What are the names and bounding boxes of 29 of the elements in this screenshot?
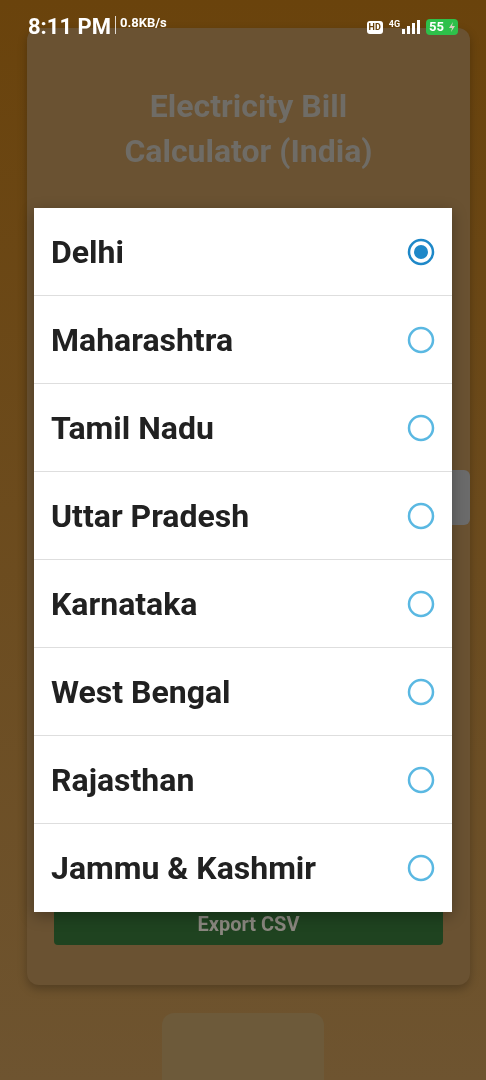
status-time: 8:11 PM	[28, 16, 111, 38]
state-name: Karnataka	[51, 583, 198, 625]
radio-button[interactable]	[407, 501, 435, 530]
hd-badge: HD	[366, 20, 383, 34]
state-option[interactable]: Rajasthan	[34, 736, 452, 824]
state-option[interactable]: Tamil Nadu	[34, 384, 452, 472]
state-option[interactable]: Karnataka	[34, 560, 452, 648]
battery-indicator: 55	[426, 19, 458, 35]
state-name: Uttar Pradesh	[51, 495, 250, 537]
state-option[interactable]: Delhi	[34, 208, 452, 296]
radio-button[interactable]	[407, 589, 435, 618]
network-type: 4G	[388, 20, 401, 29]
radio-button[interactable]	[407, 677, 435, 706]
radio-button[interactable]	[407, 854, 435, 882]
state-name: Delhi	[51, 231, 124, 273]
state-option[interactable]: Uttar Pradesh	[34, 472, 452, 560]
state-option[interactable]: West Bengal	[34, 648, 452, 736]
network-speed: 0.8KB/s	[120, 16, 167, 29]
state-name: West Bengal	[51, 671, 231, 713]
radio-button[interactable]	[407, 765, 435, 794]
state-name: Rajasthan	[51, 759, 195, 801]
state-name: Jammu & Kashmir	[51, 848, 317, 889]
state-name: Tamil Nadu	[51, 407, 214, 449]
state-name: Maharashtra	[51, 319, 234, 361]
radio-button[interactable]	[407, 237, 435, 266]
radio-button[interactable]	[407, 325, 435, 354]
state-option[interactable]: Maharashtra	[34, 296, 452, 384]
radio-button[interactable]	[407, 413, 435, 442]
signal-icon	[402, 20, 421, 34]
